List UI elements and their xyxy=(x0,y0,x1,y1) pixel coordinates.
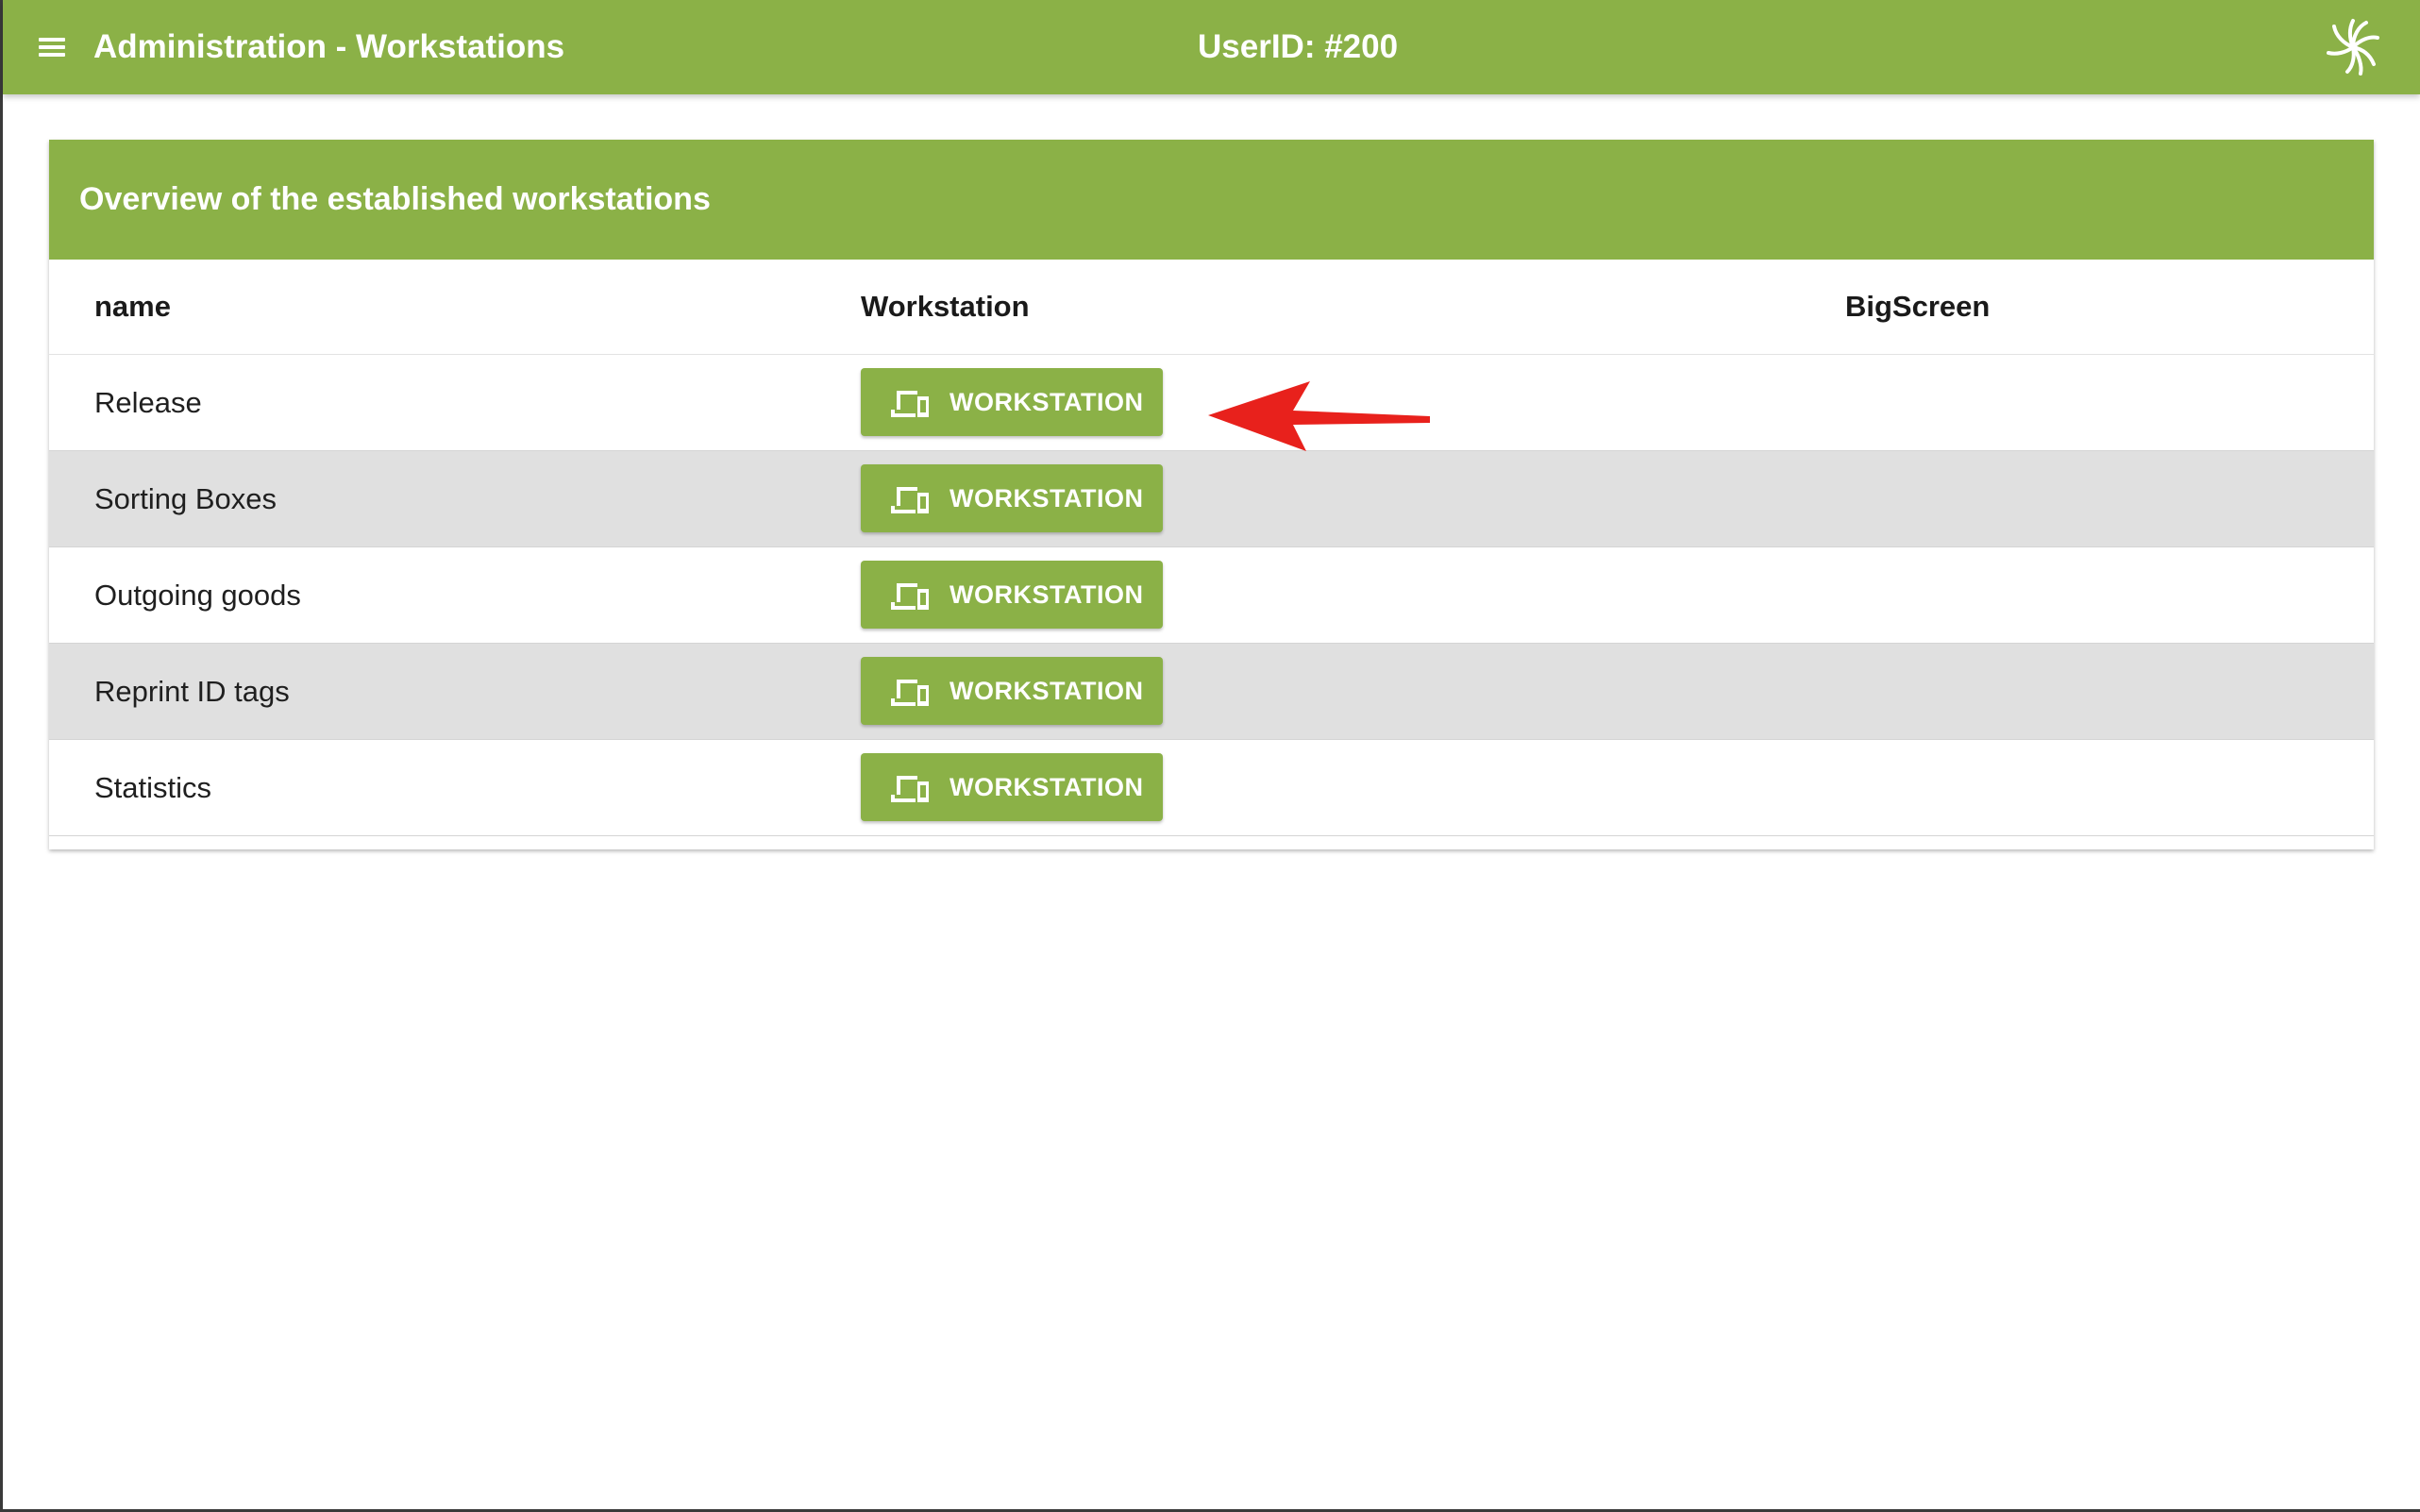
row-name: Outgoing goods xyxy=(94,579,301,612)
workstation-button-label: WORKSTATION xyxy=(950,388,1144,416)
row-name: Reprint ID tags xyxy=(94,675,290,708)
devices-icon xyxy=(891,487,929,513)
table-row: Sorting Boxes WORKSTATION xyxy=(49,451,2374,547)
devices-icon xyxy=(891,391,929,417)
user-id-label: UserID: #200 xyxy=(1198,28,1399,65)
workstation-button-label: WORKSTATION xyxy=(950,580,1144,609)
workstation-button[interactable]: WORKSTATION xyxy=(861,753,1163,821)
row-name: Statistics xyxy=(94,771,212,804)
workstation-button[interactable]: WORKSTATION xyxy=(861,561,1163,629)
page-title: Administration - Workstations xyxy=(93,28,565,65)
card-title: Overview of the established workstations xyxy=(79,181,711,217)
table-row: Statistics WORKSTATION xyxy=(49,740,2374,836)
workstations-card: Overview of the established workstations… xyxy=(49,140,2374,849)
column-header-bigscreen: BigScreen xyxy=(1845,290,1991,323)
table-header: name Workstation BigScreen xyxy=(49,260,2374,355)
window-frame-left xyxy=(0,0,3,1512)
row-name: Sorting Boxes xyxy=(94,482,277,515)
workstation-button-label: WORKSTATION xyxy=(950,773,1144,801)
devices-icon xyxy=(891,583,929,610)
swirl-logo-icon xyxy=(2325,17,2381,77)
column-header-workstation: Workstation xyxy=(861,290,1030,323)
workstation-button[interactable]: WORKSTATION xyxy=(861,368,1163,436)
red-arrow-icon xyxy=(1208,381,1430,451)
table-row: Reprint ID tags WORKSTATION xyxy=(49,644,2374,740)
workstation-button[interactable]: WORKSTATION xyxy=(861,657,1163,725)
workstation-button-label: WORKSTATION xyxy=(950,677,1144,705)
devices-icon xyxy=(891,680,929,706)
workstation-button[interactable]: WORKSTATION xyxy=(861,464,1163,532)
devices-icon xyxy=(891,776,929,802)
card-header: Overview of the established workstations xyxy=(49,140,2374,260)
workstation-button-label: WORKSTATION xyxy=(950,484,1144,512)
hamburger-menu-icon[interactable] xyxy=(37,34,67,60)
row-name: Release xyxy=(94,386,202,419)
column-header-name: name xyxy=(94,290,171,323)
table-row: Outgoing goods WORKSTATION xyxy=(49,547,2374,644)
app-bar: Administration - Workstations UserID: #2… xyxy=(3,0,2420,94)
